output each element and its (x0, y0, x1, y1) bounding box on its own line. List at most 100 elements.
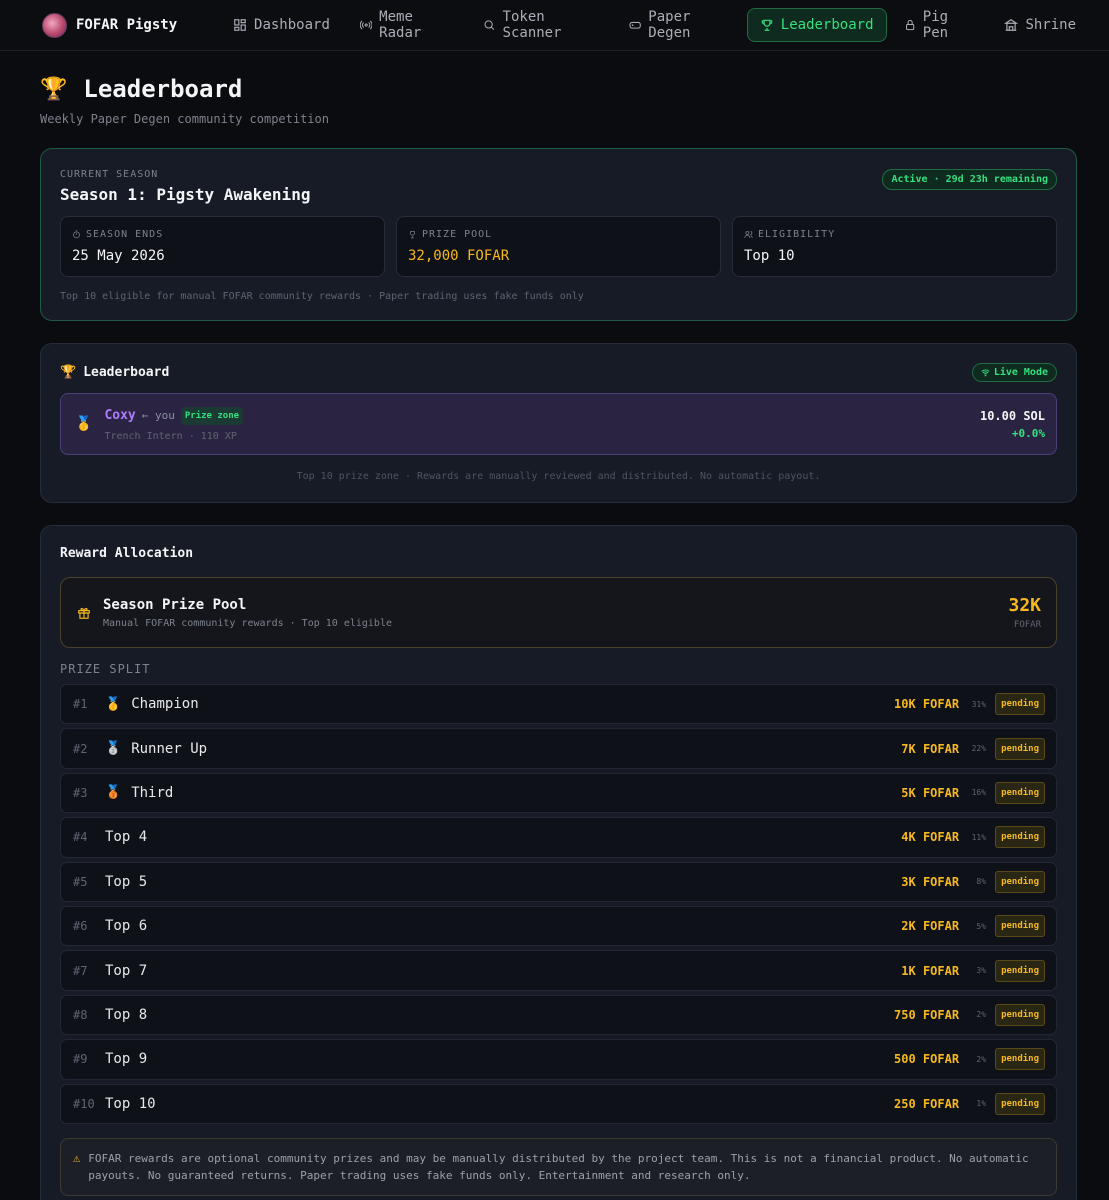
prize-amount: 750 FOFAR (894, 1007, 960, 1022)
medal-icon: 🥉 (105, 785, 122, 801)
prize-name: Top 10 (105, 1095, 156, 1112)
prize-split-row: #7 Top 7 1K FOFAR 3% pending (60, 950, 1057, 991)
prize-name: Top 4 (105, 829, 148, 846)
prize-name: Top 8 (105, 1006, 148, 1023)
prize-name: Top 6 (105, 918, 148, 935)
prize-percent: 11% (971, 832, 987, 842)
season-caption: CURRENT SEASON (60, 169, 159, 180)
nav-item-shrine[interactable]: Shrine (991, 8, 1089, 42)
nav-item-paper-degen[interactable]: Paper Degen (616, 8, 743, 42)
rank-label: #3 (73, 785, 88, 800)
status-badge: Active · 29d 23h remaining (882, 169, 1057, 190)
pool-amount: 32K (1008, 595, 1041, 616)
nav-item-dashboard[interactable]: Dashboard (220, 8, 343, 42)
status-badge: pending (995, 737, 1045, 760)
prize-percent: 22% (971, 744, 987, 754)
prize-amount: 1K FOFAR (901, 963, 960, 978)
prize-percent: 2% (976, 1010, 987, 1020)
nav-item-leaderboard[interactable]: Leaderboard (746, 8, 887, 42)
nav-item-label: Token Scanner (502, 9, 562, 41)
prize-split-row: #1 🥇 Champion 10K FOFAR 31% pending (60, 684, 1057, 725)
stat-value: 32,000 FOFAR (408, 248, 510, 264)
status-badge: pending (995, 959, 1045, 982)
prize-split-row: #2 🥈 Runner Up 7K FOFAR 22% pending (60, 728, 1057, 769)
stat-value: 25 May 2026 (72, 248, 165, 264)
gamepad-icon (629, 21, 641, 29)
season-name: Season 1: Pigsty Awakening (60, 185, 311, 204)
disclaimer: ⚠ FOFAR rewards are optional community p… (60, 1137, 1057, 1196)
current-user-row[interactable]: 🥇 Coxy ← you Prize zone Trench Intern · … (60, 393, 1057, 455)
prize-split-row: #3 🥉 Third 5K FOFAR 16% pending (60, 772, 1057, 814)
rank-label: #1 (73, 697, 88, 712)
rank-label: #7 (73, 963, 88, 978)
leaderboard-note: Top 10 prize zone · Rewards are manually… (296, 471, 821, 482)
status-badge: pending (995, 1092, 1045, 1115)
nav-item-label: Meme Radar (379, 9, 422, 41)
radar-icon (359, 20, 373, 30)
wifi-icon (981, 369, 990, 377)
top-nav: FOFAR Pigsty Dashboard Meme Radar Token … (0, 0, 1109, 51)
brand[interactable]: FOFAR Pigsty (42, 12, 220, 38)
stat-season-ends: SEASON ENDS 25 May 2026 (60, 216, 385, 277)
prize-percent: 1% (976, 1099, 987, 1109)
prize-amount: 4K FOFAR (901, 830, 960, 845)
nav-item-label: Leaderboard (780, 17, 874, 33)
user-balance: 10.00 SOL (979, 408, 1045, 423)
season-stats: SEASON ENDS 25 May 2026 PRIZE POOL 32,00… (60, 216, 1057, 277)
prize-name: Top 7 (105, 962, 148, 979)
stat-prize-pool: PRIZE POOL 32,000 FOFAR (396, 216, 721, 277)
prize-name: Third (131, 784, 174, 801)
prize-percent: 16% (971, 788, 987, 798)
users-icon (744, 231, 753, 238)
nav-items: Dashboard Meme Radar Token Scanner Paper… (220, 8, 1089, 42)
trophy-icon: 🏆 (40, 76, 68, 102)
status-badge: pending (995, 826, 1045, 849)
status-badge: pending (995, 1048, 1045, 1071)
rank-label: #6 (73, 919, 88, 934)
prize-name: Top 9 (105, 1051, 148, 1068)
prize-amount: 10K FOFAR (894, 697, 960, 712)
prize-name: Top 5 (105, 873, 148, 890)
season-note: Top 10 eligible for manual FOFAR communi… (60, 291, 584, 302)
leaderboard-title: Leaderboard (83, 365, 170, 380)
rank-label: #5 (73, 874, 88, 889)
stat-label: PRIZE POOL (422, 229, 493, 240)
prize-amount: 500 FOFAR (894, 1052, 960, 1067)
live-mode-label: Live Mode (993, 367, 1048, 378)
search-icon (484, 20, 495, 30)
prize-pool-box: Season Prize Pool Manual FOFAR community… (60, 577, 1057, 648)
medal-icon: 🥈 (105, 741, 122, 757)
nav-item-pig-pen[interactable]: Pig Pen (891, 8, 988, 42)
user-change: +0.0% (1011, 426, 1045, 440)
prize-split-row: #10 Top 10 250 FOFAR 1% pending (60, 1083, 1057, 1124)
user-rank-xp: Trench Intern · 110 XP (104, 430, 237, 442)
rank-label: #8 (73, 1007, 88, 1022)
prize-amount: 5K FOFAR (901, 785, 960, 800)
status-badge: pending (995, 781, 1045, 804)
pool-subtitle: Manual FOFAR community rewards · Top 10 … (103, 617, 392, 629)
prize-percent: 5% (976, 921, 987, 931)
prize-zone-badge: Prize zone (180, 406, 244, 425)
season-card: CURRENT SEASON Season 1: Pigsty Awakenin… (40, 148, 1077, 321)
page: 🏆 Leaderboard Weekly Paper Degen communi… (0, 75, 1109, 1200)
prize-amount: 7K FOFAR (901, 741, 960, 756)
stat-label: SEASON ENDS (86, 229, 164, 240)
prize-split-row: #6 Top 6 2K FOFAR 5% pending (60, 905, 1057, 947)
live-mode-badge[interactable]: Live Mode (971, 363, 1057, 382)
stat-value: Top 10 (744, 248, 795, 264)
brand-avatar (42, 12, 67, 38)
user-name: Coxy (104, 408, 136, 423)
status-badge: pending (995, 693, 1045, 716)
nav-item-label: Paper Degen (648, 9, 691, 41)
leaderboard-card: 🏆 Leaderboard Live Mode 🥇 Coxy ← you Pri… (40, 343, 1077, 503)
nav-item-meme-radar[interactable]: Meme Radar (347, 8, 466, 42)
stat-label: ELIGIBILITY (758, 229, 836, 240)
prize-name: Champion (131, 696, 199, 713)
warning-icon: ⚠ (73, 1150, 81, 1165)
prize-percent: 31% (971, 699, 987, 709)
status-badge: pending (995, 915, 1045, 938)
gift-icon (78, 607, 90, 619)
nav-item-token-scanner[interactable]: Token Scanner (470, 8, 612, 42)
prize-split-label: PRIZE SPLIT (60, 662, 151, 676)
pool-title: Season Prize Pool (103, 596, 247, 613)
